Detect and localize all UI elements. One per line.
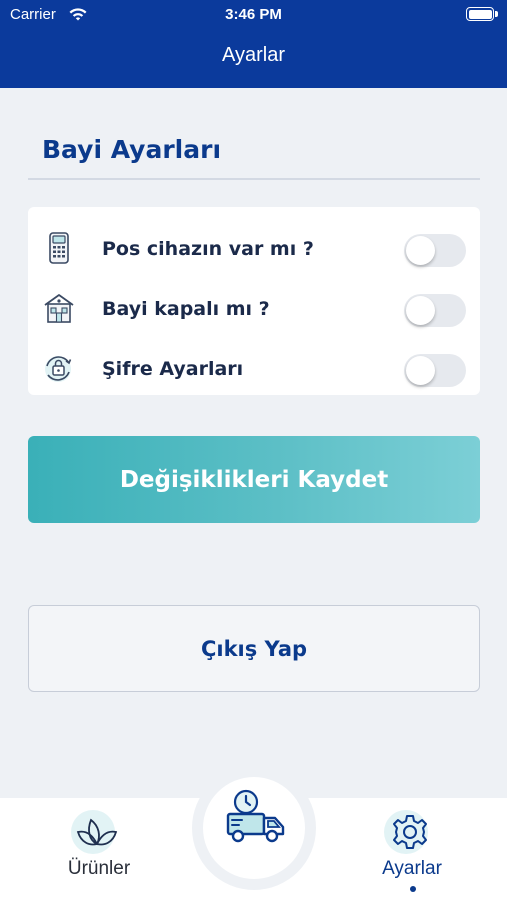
password-lock-icon: [45, 356, 72, 382]
setting-row-store-closed: Bayi kapalı mı ?: [28, 275, 480, 335]
active-tab-indicator: [410, 886, 416, 892]
store-icon: [44, 294, 74, 323]
pos-terminal-icon: [49, 232, 69, 264]
tab-label: Ayarlar: [382, 858, 442, 879]
logout-button[interactable]: Çıkış Yap: [28, 605, 480, 692]
pos-toggle[interactable]: [404, 234, 466, 267]
settings-card: Pos cihazın var mı ? Bayi kapalı mı ? Şi…: [28, 207, 480, 395]
gear-icon: [393, 815, 427, 849]
delivery-truck-clock-icon: [226, 789, 285, 843]
setting-row-password: Şifre Ayarları: [28, 335, 480, 395]
setting-label: Bayi kapalı mı ?: [102, 298, 270, 320]
section-title: Bayi Ayarları: [42, 135, 222, 164]
section-divider: [28, 178, 480, 180]
tab-products[interactable]: Ürünler: [19, 798, 179, 900]
setting-label: Pos cihazın var mı ?: [102, 238, 314, 260]
page-title: Ayarlar: [222, 44, 285, 66]
status-time: 3:46 PM: [225, 6, 282, 23]
save-changes-button[interactable]: Değişiklikleri Kaydet: [28, 436, 480, 523]
setting-row-pos: Pos cihazın var mı ?: [28, 215, 480, 275]
battery-icon: [466, 7, 498, 21]
navigation-bar: Carrier 3:46 PM Ayarlar: [0, 0, 507, 88]
tab-label: Ürünler: [67, 858, 131, 879]
setting-label: Şifre Ayarları: [102, 358, 244, 380]
leaf-icon: [76, 818, 118, 846]
password-toggle[interactable]: [404, 354, 466, 387]
tab-settings[interactable]: Ayarlar: [332, 798, 492, 900]
status-bar: Carrier 3:46 PM: [0, 0, 507, 30]
store-closed-toggle[interactable]: [404, 294, 466, 327]
